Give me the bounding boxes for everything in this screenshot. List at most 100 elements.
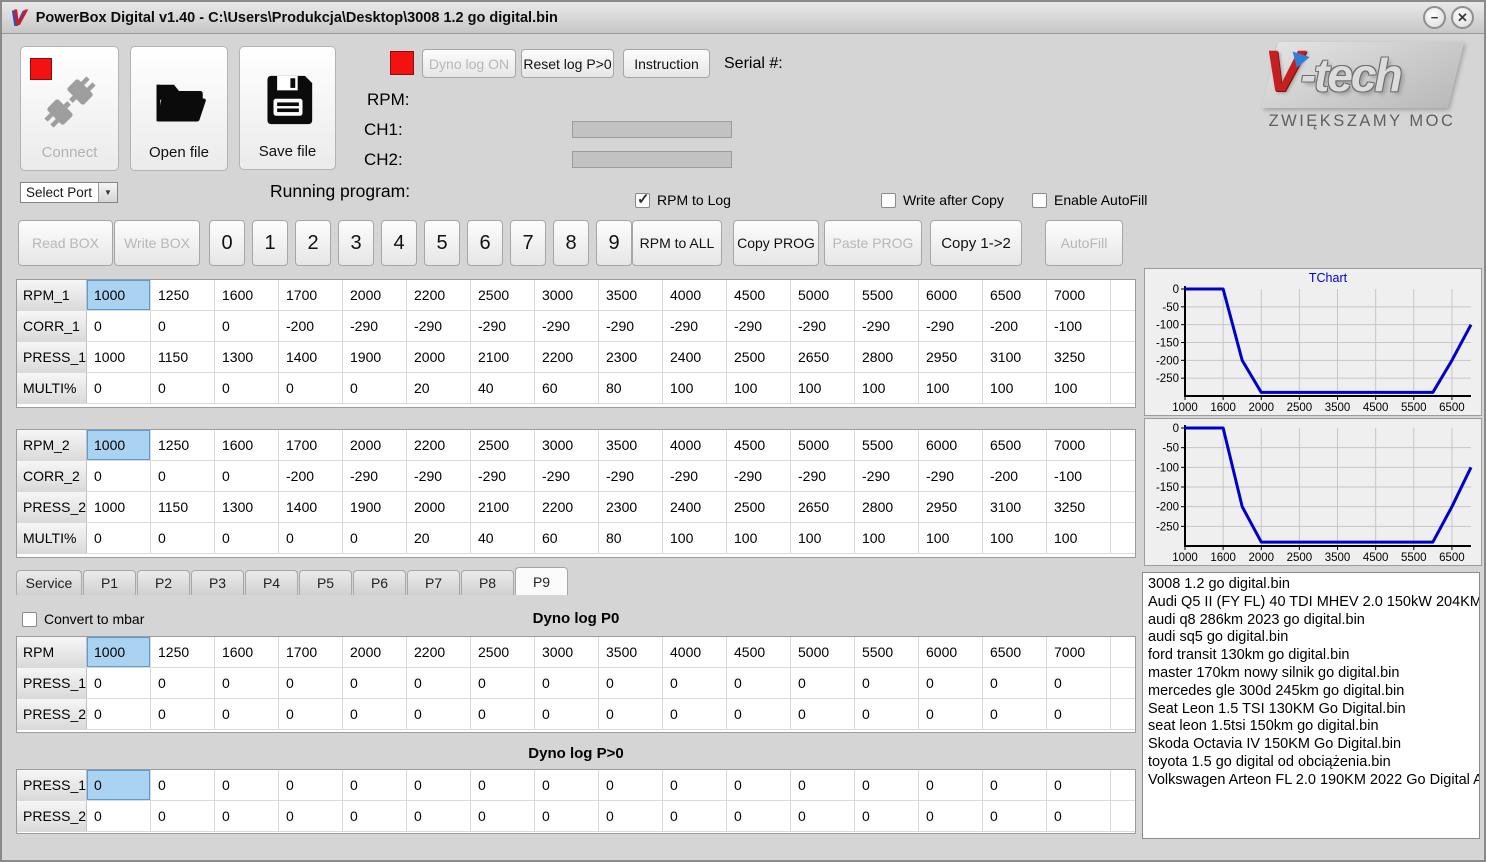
table-cell[interactable]: 0 [471, 801, 535, 831]
table-cell[interactable]: 100 [855, 373, 919, 403]
table-cell[interactable]: -290 [855, 461, 919, 491]
table-cell[interactable]: 0 [151, 770, 215, 800]
table-cell[interactable]: 6000 [919, 430, 983, 460]
table-cell[interactable]: 80 [599, 373, 663, 403]
table-cell[interactable]: 2000 [343, 280, 407, 310]
table-cell[interactable]: 0 [727, 699, 791, 729]
table-cell[interactable]: 3100 [983, 342, 1047, 372]
table-cell[interactable]: 0 [279, 668, 343, 698]
table-cell[interactable]: 1250 [151, 430, 215, 460]
table-cell[interactable]: 20 [407, 523, 471, 553]
tab-p5[interactable]: P5 [299, 570, 352, 595]
table-cell[interactable]: -290 [535, 461, 599, 491]
table-cell[interactable]: 0 [535, 770, 599, 800]
table-cell[interactable]: 2100 [471, 492, 535, 522]
table-cell[interactable]: 7000 [1047, 280, 1111, 310]
table-cell[interactable]: 1000 [87, 637, 151, 667]
file-item[interactable]: Volkswagen Arteon FL 2.0 190KM 2022 Go D… [1148, 772, 1479, 790]
table-cell[interactable]: 0 [791, 668, 855, 698]
table-cell[interactable]: 0 [215, 311, 279, 341]
file-item[interactable]: Skoda Octavia IV 150KM Go Digital.bin [1148, 736, 1479, 754]
table-cell[interactable]: 0 [471, 699, 535, 729]
table-cell[interactable]: 0 [727, 801, 791, 831]
table-cell[interactable]: 1000 [87, 280, 151, 310]
tab-p2[interactable]: P2 [137, 570, 190, 595]
file-item[interactable]: audi sq5 go digital.bin [1148, 629, 1479, 647]
table-cell[interactable]: 4000 [663, 637, 727, 667]
table-cell[interactable]: 1400 [279, 342, 343, 372]
table-cell[interactable]: 1600 [215, 280, 279, 310]
table-cell[interactable]: 0 [215, 801, 279, 831]
table-cell[interactable]: -290 [663, 311, 727, 341]
table-cell[interactable]: 100 [983, 523, 1047, 553]
table-cell[interactable]: 6500 [983, 637, 1047, 667]
table-cell[interactable]: 2200 [407, 430, 471, 460]
file-item[interactable]: seat leon 1.5tsi 150km go digital.bin [1148, 718, 1479, 736]
table-cell[interactable]: 0 [87, 668, 151, 698]
table-cell[interactable]: 5000 [791, 637, 855, 667]
table-cell[interactable]: 7000 [1047, 430, 1111, 460]
table-cell[interactable]: 2000 [343, 430, 407, 460]
table-cell[interactable]: 0 [983, 699, 1047, 729]
table-cell[interactable]: 1000 [87, 492, 151, 522]
table-cell[interactable]: 0 [919, 699, 983, 729]
table-cell[interactable]: 0 [535, 801, 599, 831]
table-cell[interactable]: 0 [663, 699, 727, 729]
table-cell[interactable]: 0 [727, 668, 791, 698]
table-cell[interactable]: 0 [855, 801, 919, 831]
table-cell[interactable]: 0 [1047, 770, 1111, 800]
table-cell[interactable]: 60 [535, 373, 599, 403]
table-cell[interactable]: 40 [471, 523, 535, 553]
table-cell[interactable]: -290 [343, 461, 407, 491]
table-cell[interactable]: 0 [983, 770, 1047, 800]
connect-button[interactable]: Connect [20, 46, 119, 171]
write-box-button[interactable]: Write BOX [114, 220, 200, 266]
table-cell[interactable]: -290 [727, 311, 791, 341]
table-cell[interactable]: 2300 [599, 492, 663, 522]
table-cell[interactable]: 0 [663, 801, 727, 831]
table-cell[interactable]: 2650 [791, 342, 855, 372]
table-cell[interactable]: 100 [1047, 373, 1111, 403]
file-item[interactable]: 3008 1.2 go digital.bin [1148, 576, 1479, 594]
copy-prog-button[interactable]: Copy PROG [733, 220, 819, 266]
autofill-button[interactable]: AutoFill [1045, 220, 1123, 266]
digit-button-6[interactable]: 6 [467, 220, 503, 266]
table-cell[interactable]: 20 [407, 373, 471, 403]
table-cell[interactable]: 0 [535, 699, 599, 729]
table-cell[interactable]: 0 [791, 699, 855, 729]
table-cell[interactable]: 0 [151, 461, 215, 491]
table-cell[interactable]: 1400 [279, 492, 343, 522]
table-cell[interactable]: 100 [983, 373, 1047, 403]
table-cell[interactable]: 0 [855, 668, 919, 698]
table-cell[interactable]: 2500 [471, 637, 535, 667]
table-cell[interactable]: 0 [1047, 801, 1111, 831]
table-cell[interactable]: 100 [727, 373, 791, 403]
table-cell[interactable]: 0 [791, 801, 855, 831]
table-cell[interactable]: 5500 [855, 280, 919, 310]
table-cell[interactable]: 0 [663, 770, 727, 800]
table-cell[interactable]: 100 [855, 523, 919, 553]
rpm-to-log-checkbox[interactable] [635, 190, 650, 208]
table-cell[interactable]: 0 [279, 770, 343, 800]
table-cell[interactable]: 3500 [599, 280, 663, 310]
table-cell[interactable]: -290 [471, 311, 535, 341]
table-cell[interactable]: 100 [663, 523, 727, 553]
table-cell[interactable]: 2200 [407, 637, 471, 667]
table-cell[interactable]: 100 [791, 523, 855, 553]
digit-button-7[interactable]: 7 [510, 220, 546, 266]
digit-button-9[interactable]: 9 [596, 220, 632, 266]
table-cell[interactable]: 0 [599, 801, 663, 831]
table-cell[interactable]: 1700 [279, 430, 343, 460]
table-cell[interactable]: 0 [215, 523, 279, 553]
table-cell[interactable]: 0 [279, 373, 343, 403]
table-cell[interactable]: 2800 [855, 492, 919, 522]
read-box-button[interactable]: Read BOX [18, 220, 113, 266]
table-cell[interactable]: 2200 [535, 342, 599, 372]
table-cell[interactable]: 3000 [535, 280, 599, 310]
table-cell[interactable]: 0 [663, 668, 727, 698]
table-cell[interactable]: 0 [151, 373, 215, 403]
table-cell[interactable]: 100 [919, 373, 983, 403]
table-cell[interactable]: 0 [343, 770, 407, 800]
table-cell[interactable]: 0 [919, 801, 983, 831]
table-cell[interactable]: 1000 [87, 342, 151, 372]
